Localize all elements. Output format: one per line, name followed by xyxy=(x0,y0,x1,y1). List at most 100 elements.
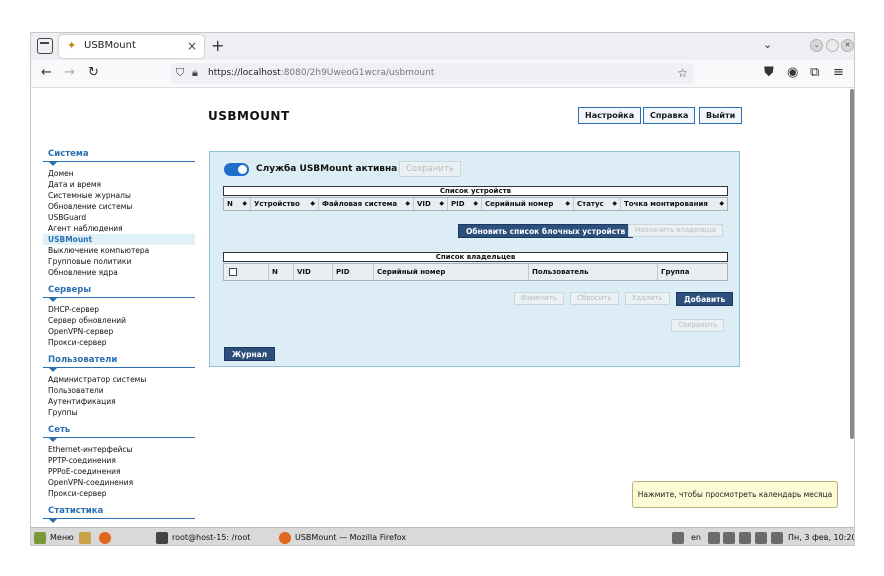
sidebar-item-proxy-server[interactable]: Прокси-сервер xyxy=(43,337,195,348)
menu-icon[interactable]: ≡ xyxy=(833,65,844,80)
forward-icon[interactable]: → xyxy=(64,65,75,80)
service-toggle[interactable] xyxy=(224,163,249,176)
clipboard-icon[interactable] xyxy=(739,532,751,544)
assign-owner-button[interactable]: Назначить владельца xyxy=(628,224,723,237)
star-icon[interactable]: ☆ xyxy=(677,66,688,80)
tab-list-icon[interactable] xyxy=(37,38,53,54)
pocket-icon[interactable]: ⛊ xyxy=(764,65,774,80)
edit-button[interactable]: Изменить xyxy=(514,292,564,305)
sidebar-heading[interactable]: Сеть xyxy=(43,425,195,442)
sidebar-item-auth[interactable]: Аутентификация xyxy=(43,396,195,407)
minimize-icon[interactable]: ⌄ xyxy=(810,39,823,52)
display-icon[interactable] xyxy=(755,532,767,544)
usbmount-panel: Служба USBMount активна Сохранить Список… xyxy=(209,151,740,367)
col-pid[interactable]: PID ◆ xyxy=(448,198,482,210)
settings-button[interactable]: Настройка xyxy=(578,107,642,124)
sidebar-item-logs[interactable]: Системные журналы xyxy=(43,190,195,201)
col-user[interactable]: Пользователь xyxy=(529,264,658,280)
sidebar-item-admin[interactable]: Администратор системы xyxy=(43,374,195,385)
devices-table-header: N ◆ Устройство ◆ Файловая система ◆ VID ◆ PI… xyxy=(223,197,728,211)
shield-icon[interactable]: ⛉ xyxy=(176,66,184,80)
tab-title: USBMount xyxy=(84,40,136,51)
maximize-icon[interactable] xyxy=(826,39,839,52)
keyboard-layout[interactable]: en xyxy=(691,531,701,545)
sidebar-item-system-update[interactable]: Обновление системы xyxy=(43,201,195,212)
usbmount-favicon-icon: ✦ xyxy=(67,39,77,52)
sidebar-item-groups[interactable]: Группы xyxy=(43,407,195,418)
tab-bar: ✦ USBMount × + ⌄ ⌄ ✕ xyxy=(31,33,854,60)
tray-app-icon[interactable] xyxy=(708,532,720,544)
sidebar-item-kernel-update[interactable]: Обновление ядра xyxy=(43,267,195,278)
col-device[interactable]: Устройство ◆ xyxy=(251,198,319,210)
col-vid[interactable]: VID xyxy=(294,264,333,280)
account-icon[interactable]: ◉ xyxy=(787,65,798,80)
journal-button[interactable]: Журнал xyxy=(224,347,276,361)
sidebar-heading[interactable]: Статистика xyxy=(43,506,195,523)
sidebar-item-openvpn-conn[interactable]: OpenVPN-соединения xyxy=(43,477,195,488)
sidebar-item-group-policies[interactable]: Групповые политики xyxy=(43,256,195,267)
sidebar-item-usbmount[interactable]: USBMount xyxy=(43,234,195,245)
network-icon[interactable] xyxy=(672,532,684,544)
col-vid[interactable]: VID ◆ xyxy=(414,198,448,210)
add-button[interactable]: Добавить xyxy=(676,292,734,306)
page-scrollbar[interactable] xyxy=(850,89,854,439)
firefox-launcher-icon[interactable] xyxy=(99,532,111,544)
firefox-icon xyxy=(279,531,291,544)
sidebar-item-pptp[interactable]: PPTP-соединения xyxy=(43,455,195,466)
sidebar-item-ethernet[interactable]: Ethernet-интерфейсы xyxy=(43,444,195,455)
new-tab-button[interactable]: + xyxy=(211,36,224,55)
clock[interactable]: Пн, 3 фев, 10:20 xyxy=(788,531,854,545)
taskbar-firefox[interactable]: USBMount — Mozilla Firefox xyxy=(279,531,406,545)
sidebar-item-datetime[interactable]: Дата и время xyxy=(43,179,195,190)
help-button[interactable]: Справка xyxy=(643,107,696,124)
sidebar-item-update-server[interactable]: Сервер обновлений xyxy=(43,315,195,326)
lock-icon[interactable]: 🔒︎ xyxy=(192,66,198,80)
volume-icon[interactable] xyxy=(723,532,735,544)
taskbar-terminal[interactable]: root@host-15: /root xyxy=(156,531,250,545)
col-filesystem[interactable]: Файловая система ◆ xyxy=(319,198,414,210)
list-all-tabs-icon[interactable]: ⌄ xyxy=(763,38,772,51)
sidebar-item-monitoring-agent[interactable]: Агент наблюдения xyxy=(43,223,195,234)
col-serial[interactable]: Серийный номер ◆ xyxy=(482,198,574,210)
tab-usbmount[interactable]: ✦ USBMount × xyxy=(59,35,204,58)
sidebar-item-proxy[interactable]: Прокси-сервер xyxy=(43,488,195,499)
calendar-tooltip: Нажмите, чтобы просмотреть календарь мес… xyxy=(632,481,838,508)
col-n[interactable]: N ◆ xyxy=(224,198,251,210)
refresh-devices-button[interactable]: Обновить список блочных устройств xyxy=(458,224,634,238)
sort-icon: ◆ xyxy=(719,200,724,207)
sidebar-item-pppoe[interactable]: PPPoE-соединения xyxy=(43,466,195,477)
sidebar-item-users[interactable]: Пользователи xyxy=(43,385,195,396)
logout-button[interactable]: Выйти xyxy=(699,107,743,124)
printer-icon[interactable] xyxy=(771,532,783,544)
extensions-icon[interactable]: ⧉ xyxy=(810,65,819,80)
sidebar-heading[interactable]: Система xyxy=(43,149,195,166)
sidebar-item-domain[interactable]: Домен xyxy=(43,168,195,179)
col-pid[interactable]: PID xyxy=(333,264,374,280)
sidebar-heading[interactable]: Пользователи xyxy=(43,355,195,372)
save-button-top[interactable]: Сохранить xyxy=(399,161,461,177)
url-text[interactable]: https://localhost:8080/2h9UweoG1wcra/usb… xyxy=(208,68,434,78)
close-window-icon[interactable]: ✕ xyxy=(841,39,854,52)
sidebar-item-usbguard[interactable]: USBGuard xyxy=(43,212,195,223)
select-all-checkbox[interactable] xyxy=(224,264,269,280)
save-button-bottom[interactable]: Сохранить xyxy=(671,319,725,332)
file-manager-icon[interactable] xyxy=(79,532,91,544)
back-icon[interactable]: ← xyxy=(41,65,52,80)
sidebar-item-openvpn-server[interactable]: OpenVPN-сервер xyxy=(43,326,195,337)
close-tab-icon[interactable]: × xyxy=(187,39,197,53)
sort-icon: ◆ xyxy=(242,200,247,207)
col-n[interactable]: N xyxy=(269,264,294,280)
reset-button[interactable]: Сбросить xyxy=(570,292,619,305)
reload-icon[interactable]: ↻ xyxy=(88,65,99,80)
sidebar-heading[interactable]: Серверы xyxy=(43,285,195,302)
start-menu-button[interactable]: Меню xyxy=(34,531,74,545)
sidebar-item-dhcp[interactable]: DHCP-сервер xyxy=(43,304,195,315)
col-status[interactable]: Статус ◆ xyxy=(574,198,621,210)
col-mount-point[interactable]: Точка монтирования ◆ xyxy=(621,198,727,210)
col-group[interactable]: Группа xyxy=(658,264,727,280)
col-serial[interactable]: Серийный номер xyxy=(374,264,529,280)
sort-icon: ◆ xyxy=(310,200,315,207)
url-bar[interactable]: ⛉ 🔒︎ https://localhost:8080/2h9UweoG1wcr… xyxy=(171,63,694,84)
delete-button[interactable]: Удалить xyxy=(625,292,670,305)
sidebar-item-shutdown[interactable]: Выключение компьютера xyxy=(43,245,195,256)
